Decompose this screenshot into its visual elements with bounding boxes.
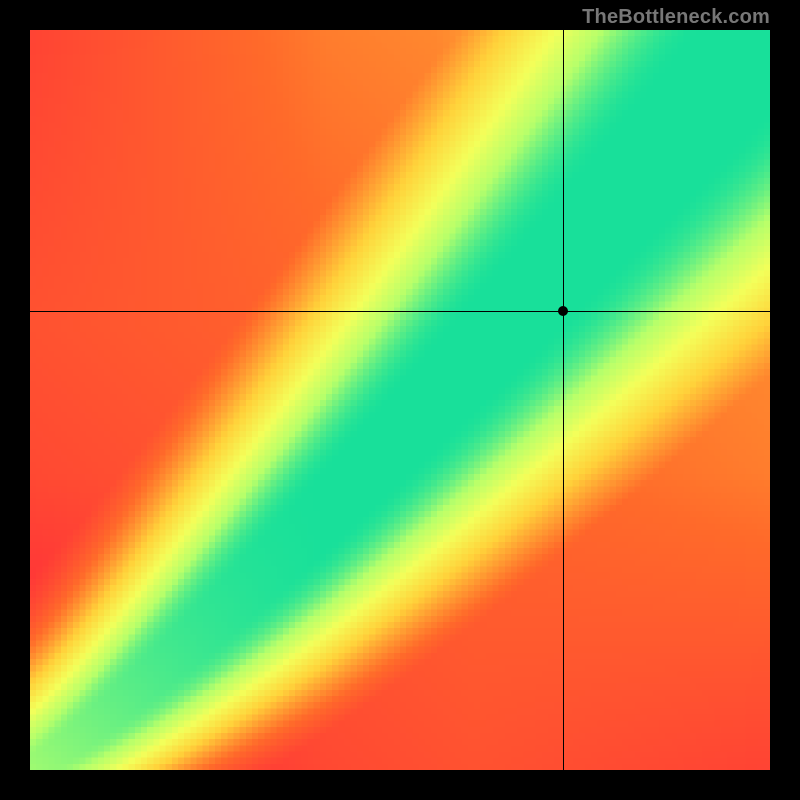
watermark-text: TheBottleneck.com xyxy=(582,6,770,29)
chart-container: TheBottleneck.com xyxy=(0,0,800,800)
marker-dot xyxy=(558,306,568,316)
heatmap-canvas xyxy=(30,30,770,770)
heatmap-plot xyxy=(30,30,770,770)
crosshair-horizontal xyxy=(30,311,770,312)
crosshair-vertical xyxy=(563,30,564,770)
